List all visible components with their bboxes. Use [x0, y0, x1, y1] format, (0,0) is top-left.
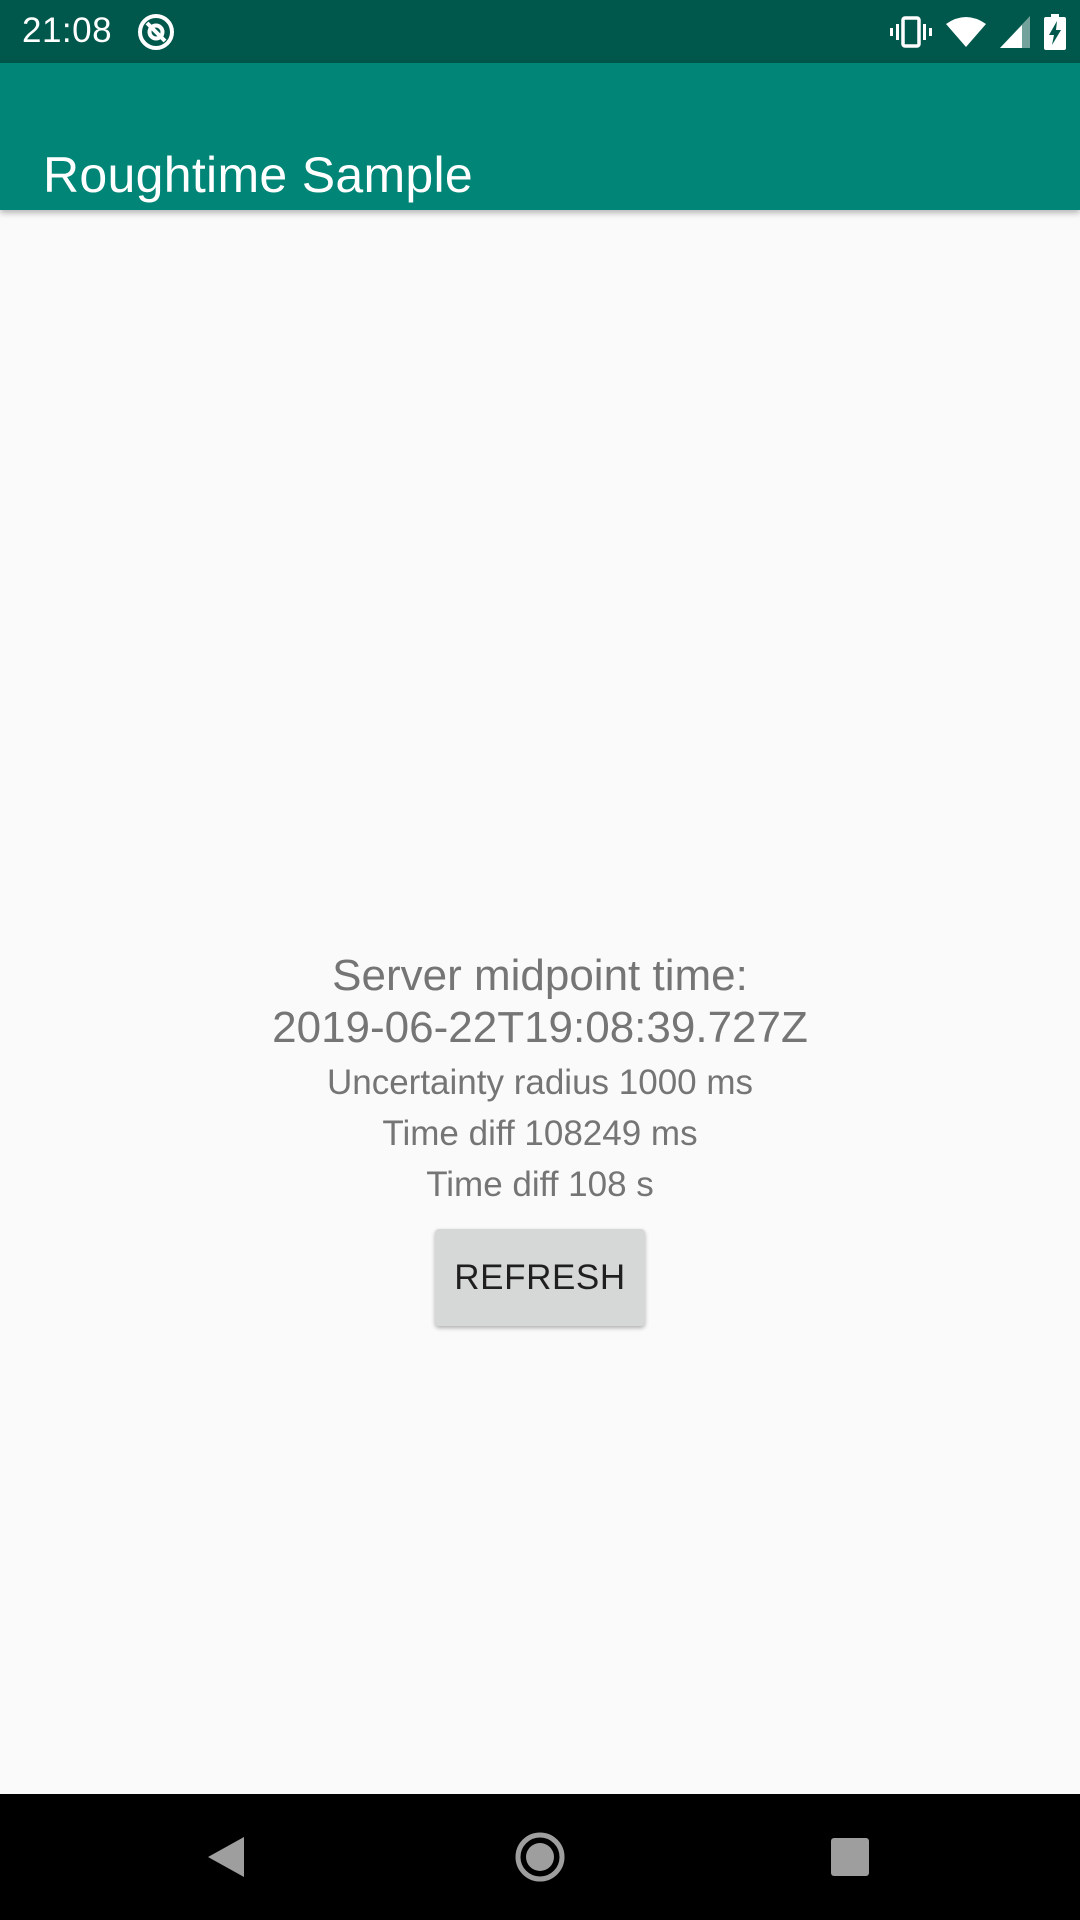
- refresh-button[interactable]: REFRESH: [435, 1229, 645, 1326]
- app-bar: Roughtime Sample: [0, 63, 1080, 210]
- recents-icon[interactable]: [820, 1827, 880, 1887]
- app-title: Roughtime Sample: [43, 146, 474, 203]
- wifi-icon: [946, 16, 986, 48]
- time-info: Server midpoint time: 2019-06-22T19:08:3…: [0, 950, 1080, 1210]
- home-icon[interactable]: [510, 1827, 570, 1887]
- vibrate-icon: [890, 15, 932, 49]
- time-diff-ms-text: Time diff 108249 ms: [382, 1114, 698, 1153]
- signal-icon: [1000, 16, 1030, 48]
- uncertainty-text: Uncertainty radius 1000 ms: [326, 1063, 754, 1102]
- battery-charging-icon: [1044, 14, 1066, 50]
- back-icon[interactable]: [196, 1827, 256, 1887]
- status-icons: [890, 12, 1066, 52]
- midpoint-value: 2019-06-22T19:08:39.727Z: [272, 1003, 808, 1052]
- status-bar: 21:08: [0, 0, 1080, 63]
- nav-bar: [0, 1794, 1080, 1920]
- status-time: 21:08: [22, 11, 113, 50]
- midpoint-label: Server midpoint time:: [332, 951, 748, 1000]
- main-content: Server midpoint time: 2019-06-22T19:08:3…: [0, 210, 1080, 1794]
- time-diff-s-text: Time diff 108 s: [426, 1165, 654, 1204]
- at-sign-icon: [136, 12, 176, 52]
